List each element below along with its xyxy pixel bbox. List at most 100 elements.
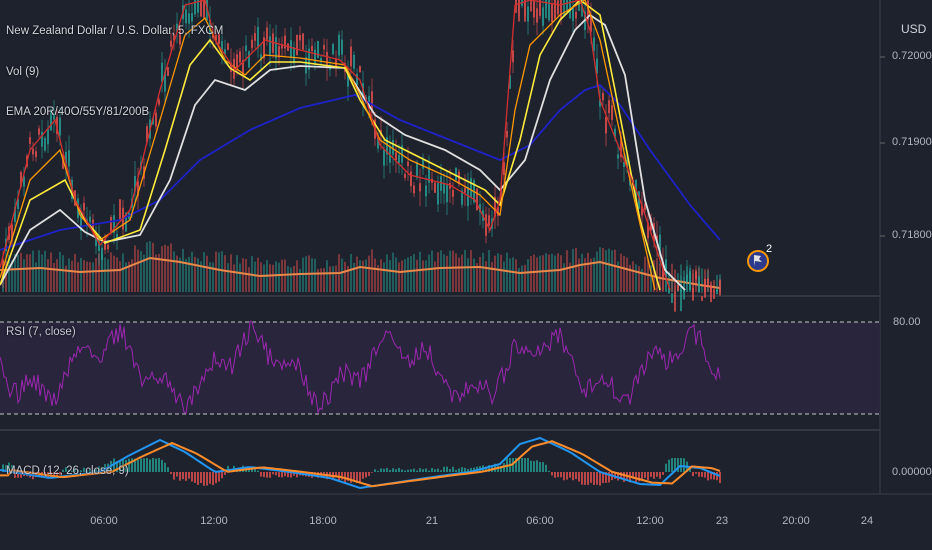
- volume-bar: [596, 251, 598, 292]
- candle-body: [575, 11, 577, 19]
- volume-bar: [425, 260, 427, 292]
- candle-body: [446, 184, 448, 203]
- candle-body: [245, 45, 247, 52]
- candle-body: [350, 46, 352, 67]
- macd-hist-bar: [260, 472, 262, 477]
- macd-hist-bar: [464, 467, 466, 472]
- macd-hist-bar: [419, 468, 421, 472]
- macd-hist-bar: [530, 460, 532, 472]
- macd-hist-bar: [407, 469, 409, 472]
- candle-body: [554, 0, 556, 20]
- volume-bar: [275, 261, 277, 292]
- time-tick-label: 06:00: [526, 515, 554, 527]
- volume-bar: [461, 254, 463, 292]
- volume-bar: [17, 254, 19, 292]
- volume-bar: [296, 260, 298, 292]
- volume-bar: [626, 257, 628, 292]
- volume-bar: [365, 259, 367, 292]
- volume-bar: [473, 258, 475, 292]
- volume-bar: [263, 264, 265, 292]
- macd-hist-bar: [197, 472, 199, 485]
- candle-body: [317, 40, 319, 58]
- symbol-title[interactable]: New Zealand Dollar / U.S. Dollar, 5, FXC…: [6, 25, 223, 37]
- time-tick-label: 24: [860, 515, 874, 527]
- candle-body: [392, 140, 394, 155]
- ema-indicator-label[interactable]: EMA 20R/40O/55Y/81/200B: [6, 106, 149, 118]
- volume-indicator-label[interactable]: Vol (9): [6, 66, 39, 78]
- macd-hist-bar: [362, 472, 364, 479]
- chart-canvas[interactable]: [0, 0, 932, 550]
- volume-bar: [458, 257, 460, 292]
- volume-bar: [512, 257, 514, 292]
- volume-bar: [80, 258, 82, 292]
- volume-bar: [545, 253, 547, 292]
- candle-body: [299, 34, 301, 41]
- volume-bar: [431, 250, 433, 292]
- candle-body: [434, 182, 436, 193]
- volume-bar: [20, 252, 22, 292]
- macd-hist-bar: [137, 459, 139, 472]
- macd-hist-bar: [635, 472, 637, 482]
- volume-bar: [554, 255, 556, 292]
- volume-bar: [194, 256, 196, 292]
- volume-bar: [341, 258, 343, 292]
- volume-bar: [572, 248, 574, 292]
- events-badge[interactable]: 2: [747, 243, 773, 273]
- candle-body: [488, 215, 490, 226]
- candle-body: [605, 116, 607, 134]
- candle-body: [302, 33, 304, 50]
- candle-body: [404, 173, 406, 178]
- macd-hist-bar: [656, 472, 658, 477]
- volume-bar: [254, 261, 256, 292]
- macd-hist-bar: [557, 472, 559, 478]
- macd-hist-bar: [266, 472, 268, 478]
- macd-hist-bar: [680, 458, 682, 472]
- candle-body: [398, 154, 400, 163]
- macd-hist-bar: [695, 472, 697, 474]
- macd-indicator-label[interactable]: MACD (12, 26, close, 9): [6, 465, 129, 477]
- volume-bar: [47, 259, 49, 292]
- macd-hist-bar: [263, 472, 265, 478]
- volume-bar: [371, 249, 373, 292]
- candle-body: [701, 296, 703, 301]
- macd-hist-bar: [368, 472, 370, 476]
- volume-bar: [557, 253, 559, 292]
- time-tick-label: 23: [715, 515, 729, 527]
- price-tick-label: 0.72000: [892, 50, 932, 62]
- macd-hist-bar: [179, 472, 181, 481]
- macd-hist-bar: [437, 468, 439, 472]
- volume-bar: [446, 255, 448, 292]
- candle-body: [296, 34, 298, 56]
- macd-hist-bar: [185, 472, 187, 481]
- macd-hist-bar: [704, 472, 706, 478]
- macd-hist-bar: [404, 470, 406, 472]
- candle-body: [35, 151, 37, 158]
- volume-bar: [392, 252, 394, 292]
- macd-hist-bar: [281, 472, 283, 478]
- volume-bar: [62, 255, 64, 292]
- volume-bar: [23, 259, 25, 292]
- volume-bar: [83, 260, 85, 292]
- macd-hist-bar: [452, 466, 454, 472]
- macd-hist-bar: [581, 472, 583, 485]
- volume-bar: [539, 255, 541, 292]
- candle-body: [683, 289, 685, 300]
- macd-hist-bar: [224, 472, 226, 475]
- macd-hist-bar: [458, 468, 460, 472]
- volume-bar: [419, 251, 421, 292]
- candle-body: [452, 189, 454, 197]
- rsi-indicator-label[interactable]: RSI (7, close): [6, 326, 76, 338]
- volume-bar: [32, 250, 34, 292]
- currency-label[interactable]: USD: [901, 22, 926, 36]
- macd-hist-bar: [275, 472, 277, 476]
- candle-body: [29, 137, 31, 144]
- volume-bar: [587, 252, 589, 292]
- volume-bar: [491, 262, 493, 292]
- candle-body: [47, 129, 49, 145]
- candle-body: [470, 178, 472, 198]
- volume-bar: [449, 250, 451, 292]
- candle-body: [254, 33, 256, 41]
- macd-hist-bar: [551, 472, 553, 476]
- candle-body: [203, 0, 205, 18]
- rsi-upper-value: 80.00: [893, 316, 921, 328]
